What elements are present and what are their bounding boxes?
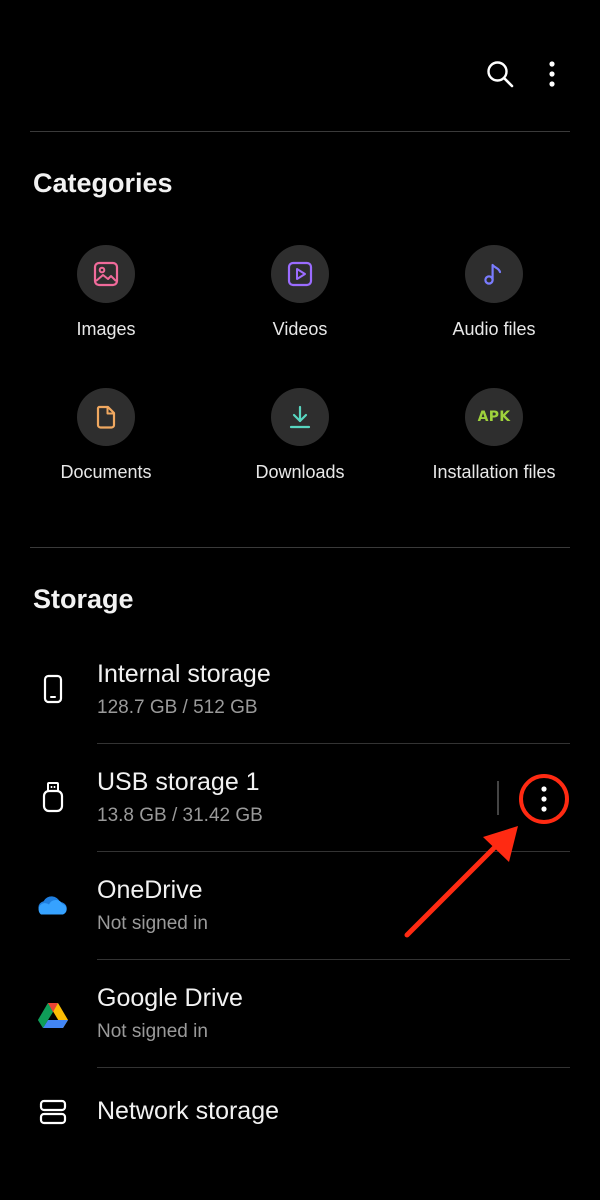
- top-divider: [30, 131, 570, 132]
- more-vertical-icon: [549, 61, 555, 87]
- annotation-arrow: [404, 826, 518, 938]
- category-label: Installation files: [432, 462, 556, 482]
- downloads-icon-circle: [271, 388, 329, 446]
- audio-icon-circle: [465, 245, 523, 303]
- category-installation-files[interactable]: APK Installation files: [397, 388, 591, 483]
- search-icon: [487, 61, 514, 88]
- onedrive-icon: [35, 889, 69, 923]
- storage-detail: 13.8 GB / 31.42 GB: [97, 805, 263, 826]
- storage-item-google-drive[interactable]: Google Drive Not signed in: [0, 960, 600, 1068]
- phone-icon: [36, 672, 70, 706]
- documents-icon-circle: [77, 388, 135, 446]
- more-options-button[interactable]: [528, 50, 576, 98]
- videos-icon-circle: [271, 245, 329, 303]
- storage-name: USB storage 1: [97, 768, 260, 796]
- storage-detail: Not signed in: [97, 1021, 208, 1042]
- category-audio-files[interactable]: Audio files: [397, 245, 591, 340]
- categories-title: Categories: [33, 168, 173, 198]
- storage-name: Google Drive: [97, 984, 243, 1012]
- search-button[interactable]: [476, 50, 524, 98]
- download-icon: [289, 405, 311, 429]
- section-divider: [30, 547, 570, 548]
- video-icon: [287, 261, 313, 287]
- installation-icon-circle: APK: [465, 388, 523, 446]
- category-videos[interactable]: Videos: [203, 245, 397, 340]
- storage-name: Internal storage: [97, 660, 271, 688]
- image-icon: [93, 261, 119, 287]
- google-drive-icon: [36, 998, 70, 1032]
- more-vertical-icon: [519, 774, 569, 824]
- category-label: Images: [76, 319, 136, 339]
- images-icon-circle: [77, 245, 135, 303]
- document-icon: [96, 405, 116, 429]
- apk-icon: APK: [477, 409, 511, 425]
- storage-detail: Not signed in: [97, 913, 208, 934]
- category-downloads[interactable]: Downloads: [203, 388, 397, 483]
- storage-detail: 128.7 GB / 512 GB: [97, 697, 258, 718]
- category-label: Audio files: [452, 319, 536, 339]
- usb-drive-icon: [36, 780, 70, 814]
- storage-item-network[interactable]: Network storage: [0, 1068, 600, 1176]
- vertical-separator: [497, 781, 499, 815]
- usb-more-options-button[interactable]: [518, 773, 570, 825]
- network-storage-icon: [36, 1095, 70, 1129]
- storage-name: OneDrive: [97, 876, 203, 904]
- category-label: Videos: [272, 319, 328, 339]
- category-label: Documents: [60, 462, 152, 482]
- music-note-icon: [484, 263, 502, 285]
- category-images[interactable]: Images: [9, 245, 203, 340]
- storage-item-internal[interactable]: Internal storage 128.7 GB / 512 GB: [0, 636, 600, 744]
- storage-title: Storage: [33, 584, 134, 614]
- category-documents[interactable]: Documents: [9, 388, 203, 483]
- category-label: Downloads: [255, 462, 345, 482]
- storage-name: Network storage: [97, 1097, 280, 1125]
